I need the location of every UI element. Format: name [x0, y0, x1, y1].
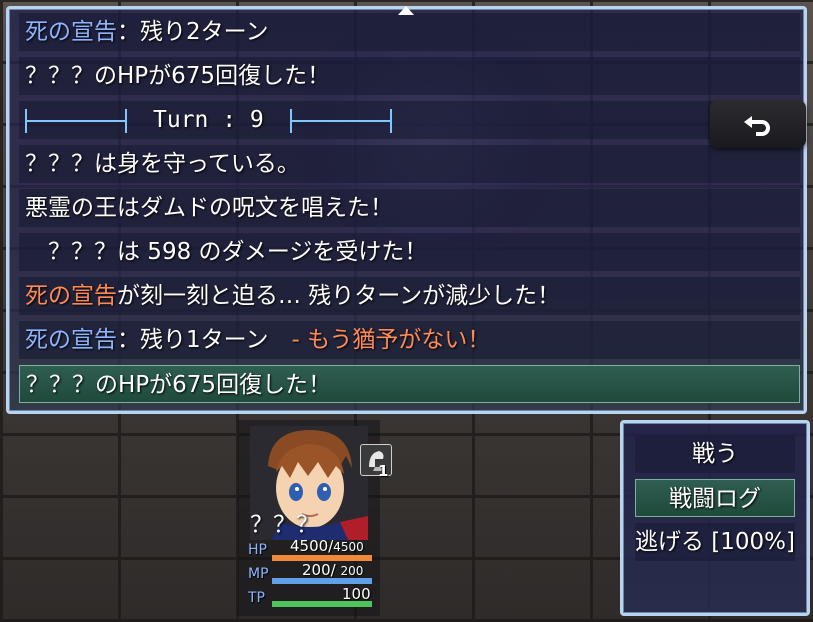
party-command-window: 戦う 戦闘ログ 逃げる [100%] — [620, 420, 810, 616]
log-line: ？？？は 598 のダメージを受けた！ — [19, 233, 800, 271]
tp-label: TP — [248, 590, 265, 606]
log-line: ？？？のHPが675回復した！ — [19, 365, 800, 403]
log-text: ：残り1ターン — [117, 327, 292, 353]
command-escape[interactable]: 逃げる [100%] — [635, 523, 795, 561]
state-turn-count: 1 — [378, 462, 389, 480]
mp-value: 200/ 200 — [302, 561, 364, 579]
log-text: ？？？のHPが675回復した！ — [26, 372, 332, 398]
turn-rule-right — [289, 108, 392, 133]
hp-label: HP — [248, 542, 267, 558]
log-text: 悪霊の王はダムドの呪文を唱えた！ — [25, 195, 393, 221]
mp-label: MP — [248, 566, 269, 582]
back-button[interactable] — [710, 100, 806, 148]
actor-name: ？？？ — [250, 512, 319, 538]
log-text: - もう猶予がない！ — [291, 327, 491, 353]
turn-rule-left — [25, 108, 127, 133]
log-line: ？？？のHPが675回復した！ — [19, 57, 800, 95]
log-text: 死の宣告 — [25, 283, 117, 309]
log-text: 死の宣告 — [25, 327, 117, 353]
log-text: ？？？は 598 のダメージを受けた！ — [25, 239, 428, 265]
battle-log-window[interactable]: 死の宣告：残り2ターン ？？？のHPが675回復した！ Turn : 9 ？？？は身を… — [6, 6, 807, 414]
log-text: 死の宣告 — [25, 19, 117, 45]
log-text: が刻一刻と迫る… 残りターンが減少した！ — [117, 283, 561, 309]
back-arrow-icon — [744, 116, 770, 136]
log-text: ？？？のHPが675回復した！ — [25, 63, 331, 89]
log-line: 死の宣告が刻一刻と迫る… 残りターンが減少した！ — [19, 277, 800, 315]
command-fight[interactable]: 戦う — [635, 435, 795, 473]
log-line: Turn : 9 — [19, 101, 800, 139]
log-text: ：残り2ターン — [117, 19, 269, 45]
log-line: ？？？は身を守っている。 — [19, 145, 800, 183]
scroll-up-icon[interactable] — [398, 6, 414, 15]
turn-label: Turn : 9 — [153, 107, 264, 133]
log-line: 悪霊の王はダムドの呪文を唱えた！ — [19, 189, 800, 227]
log-line: 死の宣告：残り2ターン — [19, 13, 800, 51]
hp-value: 4500/4500 — [290, 537, 364, 555]
log-text: ？？？は身を守っている。 — [25, 151, 300, 177]
log-line: 死の宣告：残り1ターン - もう猶予がない！ — [19, 321, 800, 359]
command-battle-log[interactable]: 戦闘ログ — [635, 479, 795, 517]
tp-value: 100 — [342, 585, 371, 603]
